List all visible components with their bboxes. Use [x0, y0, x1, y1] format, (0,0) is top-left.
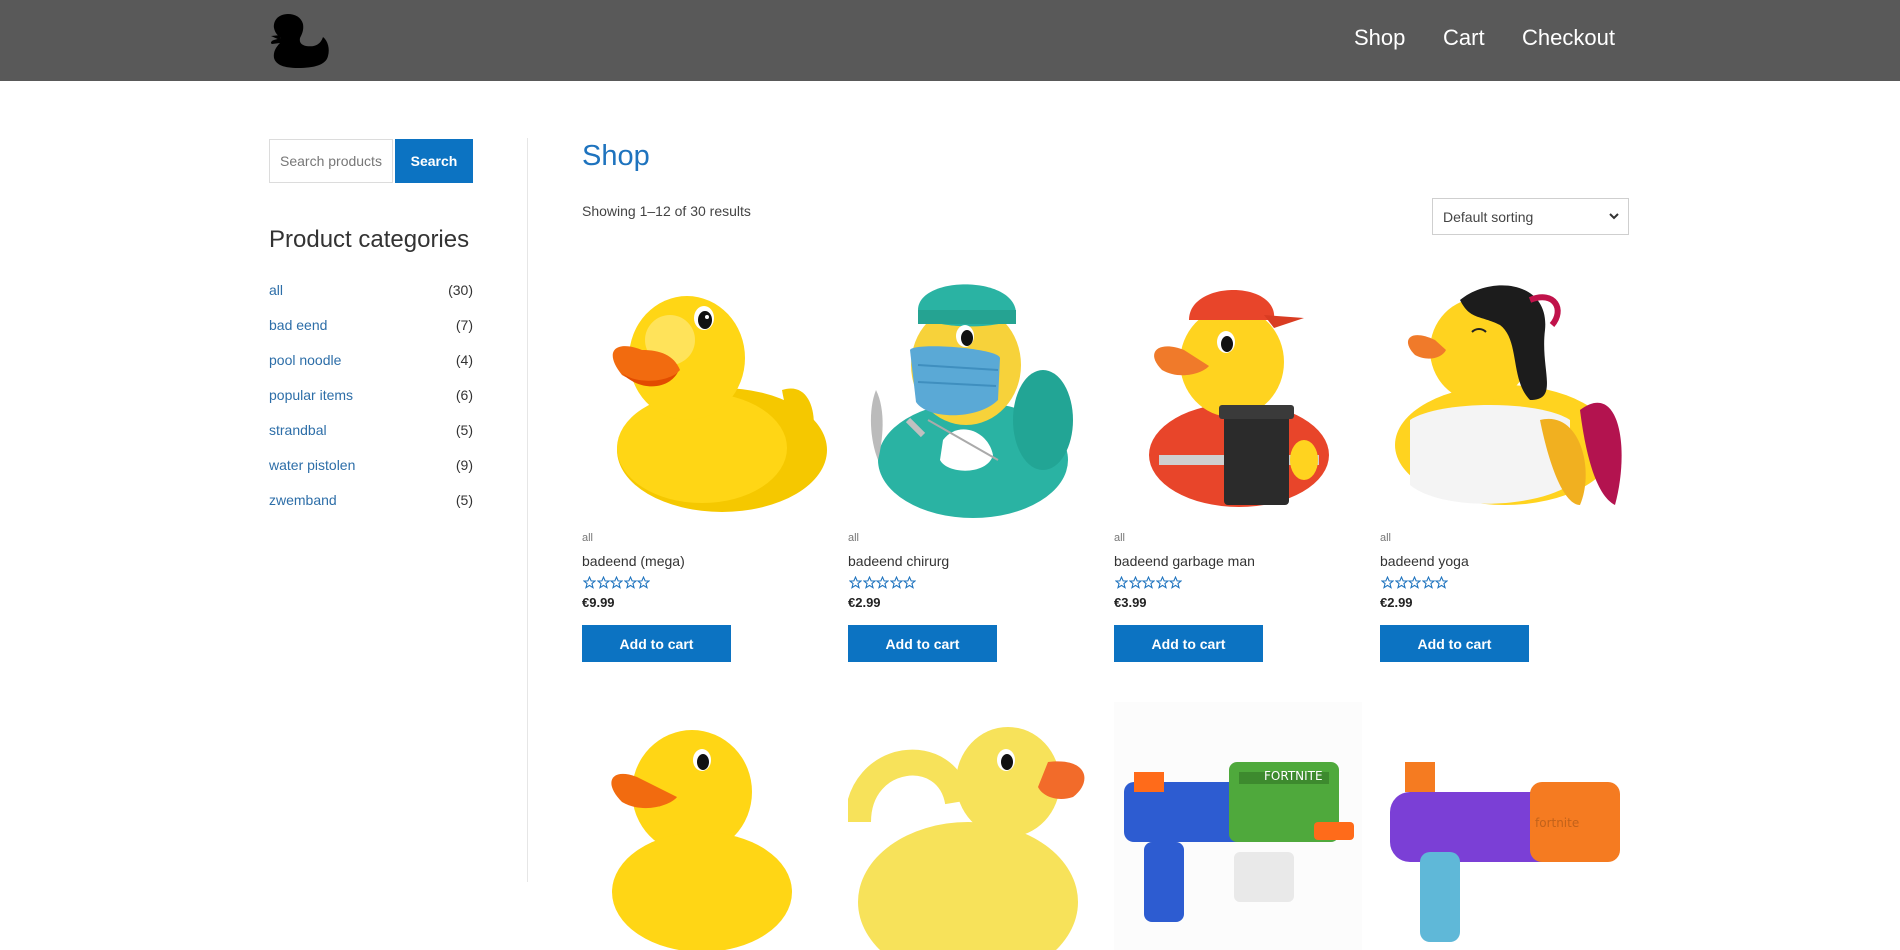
category-link-strandbal[interactable]: strandbal: [269, 422, 327, 457]
star-icon: [637, 576, 650, 589]
sorting-selected-value: Default sorting: [1443, 208, 1534, 225]
category-count: (7): [455, 317, 473, 333]
nav-cart[interactable]: Cart: [1443, 25, 1485, 51]
category-item: all (30): [269, 282, 473, 317]
category-count: (9): [455, 457, 473, 473]
category-link-pool-noodle[interactable]: pool noodle: [269, 352, 341, 387]
product-image-yoga-duck[interactable]: [1380, 270, 1628, 518]
product-image-yellow-duck[interactable]: [582, 270, 830, 518]
star-rating: [583, 576, 651, 589]
product-category: all: [1114, 532, 1126, 544]
star-icon: [610, 576, 623, 589]
product-title[interactable]: badeend yoga: [1380, 553, 1469, 569]
star-rating: [849, 576, 917, 589]
add-to-cart-button[interactable]: Add to cart: [848, 625, 997, 662]
star-icon: [1128, 576, 1142, 589]
product-card: fortnite: [1380, 702, 1628, 950]
product-card: [848, 702, 1096, 950]
nav-checkout[interactable]: Checkout: [1522, 25, 1615, 51]
search-button[interactable]: Search: [395, 139, 473, 183]
product-image-watering-can-duck[interactable]: [848, 702, 1096, 950]
page-title: Shop: [582, 140, 650, 172]
rubber-duck-logo-icon[interactable]: [268, 12, 330, 68]
star-icon: [1394, 576, 1408, 589]
add-to-cart-button[interactable]: Add to cart: [1114, 625, 1263, 662]
star-icon: [1408, 576, 1421, 589]
product-category: all: [582, 532, 594, 544]
product-price: €3.99: [1114, 595, 1147, 610]
nav-shop[interactable]: Shop: [1354, 25, 1405, 51]
product-price: €2.99: [848, 595, 881, 610]
category-count: (5): [455, 422, 473, 438]
product-card: all badeend yoga €2.99 Add to cart: [1380, 270, 1628, 662]
category-count: (5): [455, 492, 473, 508]
star-icon: [1155, 576, 1169, 589]
star-icon: [862, 576, 876, 589]
product-category: all: [848, 532, 860, 544]
star-icon: [1115, 576, 1128, 589]
product-title[interactable]: badeend (mega): [582, 553, 685, 569]
chevron-down-icon: [1609, 213, 1619, 220]
svg-text:fortnite: fortnite: [1535, 816, 1579, 830]
product-image-surgeon-duck[interactable]: [848, 270, 1096, 518]
star-icon: [1421, 576, 1435, 589]
category-count: (30): [448, 282, 473, 298]
result-count: Showing 1–12 of 30 results: [582, 203, 751, 219]
star-icon: [596, 576, 610, 589]
category-count: (6): [455, 387, 473, 403]
product-title[interactable]: badeend garbage man: [1114, 553, 1255, 569]
category-link-popular-items[interactable]: popular items: [269, 387, 353, 422]
add-to-cart-button[interactable]: Add to cart: [582, 625, 731, 662]
category-item: pool noodle (4): [269, 352, 473, 387]
category-item: water pistolen (9): [269, 457, 473, 492]
category-item: popular items (6): [269, 387, 473, 422]
product-categories-list: all (30) bad eend (7) pool noodle (4) po…: [269, 282, 473, 527]
product-image-purple-water-blaster[interactable]: fortnite: [1380, 702, 1628, 950]
product-image-fortnite-water-blaster[interactable]: FORTNITE: [1114, 702, 1362, 950]
product-card: FORTNITE: [1114, 702, 1362, 950]
star-icon: [1169, 576, 1182, 589]
star-icon: [849, 576, 862, 589]
product-price: €2.99: [1380, 595, 1413, 610]
star-icon: [876, 576, 889, 589]
star-icon: [903, 576, 916, 589]
category-item: bad eend (7): [269, 317, 473, 352]
product-category: all: [1380, 532, 1392, 544]
category-link-all[interactable]: all: [269, 282, 283, 317]
svg-text:FORTNITE: FORTNITE: [1264, 769, 1323, 783]
star-rating: [1381, 576, 1449, 589]
product-image-yellow-duck-small[interactable]: [582, 702, 830, 950]
product-card: all badeend (mega) €9.99 Add to cart: [582, 270, 830, 662]
category-link-bad-eend[interactable]: bad eend: [269, 317, 327, 352]
sidebar-divider: [527, 138, 528, 882]
product-categories-heading: Product categories: [269, 226, 470, 253]
product-card: all badeend garbage man €3.99 Add to car…: [1114, 270, 1362, 662]
product-card: all badeend chirurg €2.99 Add to cart: [848, 270, 1096, 662]
product-card: [582, 702, 830, 950]
star-rating: [1115, 576, 1183, 589]
star-icon: [889, 576, 903, 589]
product-search-input[interactable]: [269, 139, 393, 183]
product-price: €9.99: [582, 595, 615, 610]
product-image-garbage-man-duck[interactable]: [1114, 270, 1362, 518]
star-icon: [1435, 576, 1448, 589]
star-icon: [583, 576, 596, 589]
star-icon: [1142, 576, 1155, 589]
category-count: (4): [455, 352, 473, 368]
site-header: Shop Cart Checkout: [0, 0, 1900, 81]
star-icon: [623, 576, 637, 589]
add-to-cart-button[interactable]: Add to cart: [1380, 625, 1529, 662]
product-title[interactable]: badeend chirurg: [848, 553, 949, 569]
category-link-zwemband[interactable]: zwemband: [269, 492, 337, 527]
sorting-select[interactable]: Default sorting: [1432, 198, 1629, 235]
star-icon: [1381, 576, 1394, 589]
category-link-water-pistolen[interactable]: water pistolen: [269, 457, 355, 492]
category-item: zwemband (5): [269, 492, 473, 527]
category-item: strandbal (5): [269, 422, 473, 457]
